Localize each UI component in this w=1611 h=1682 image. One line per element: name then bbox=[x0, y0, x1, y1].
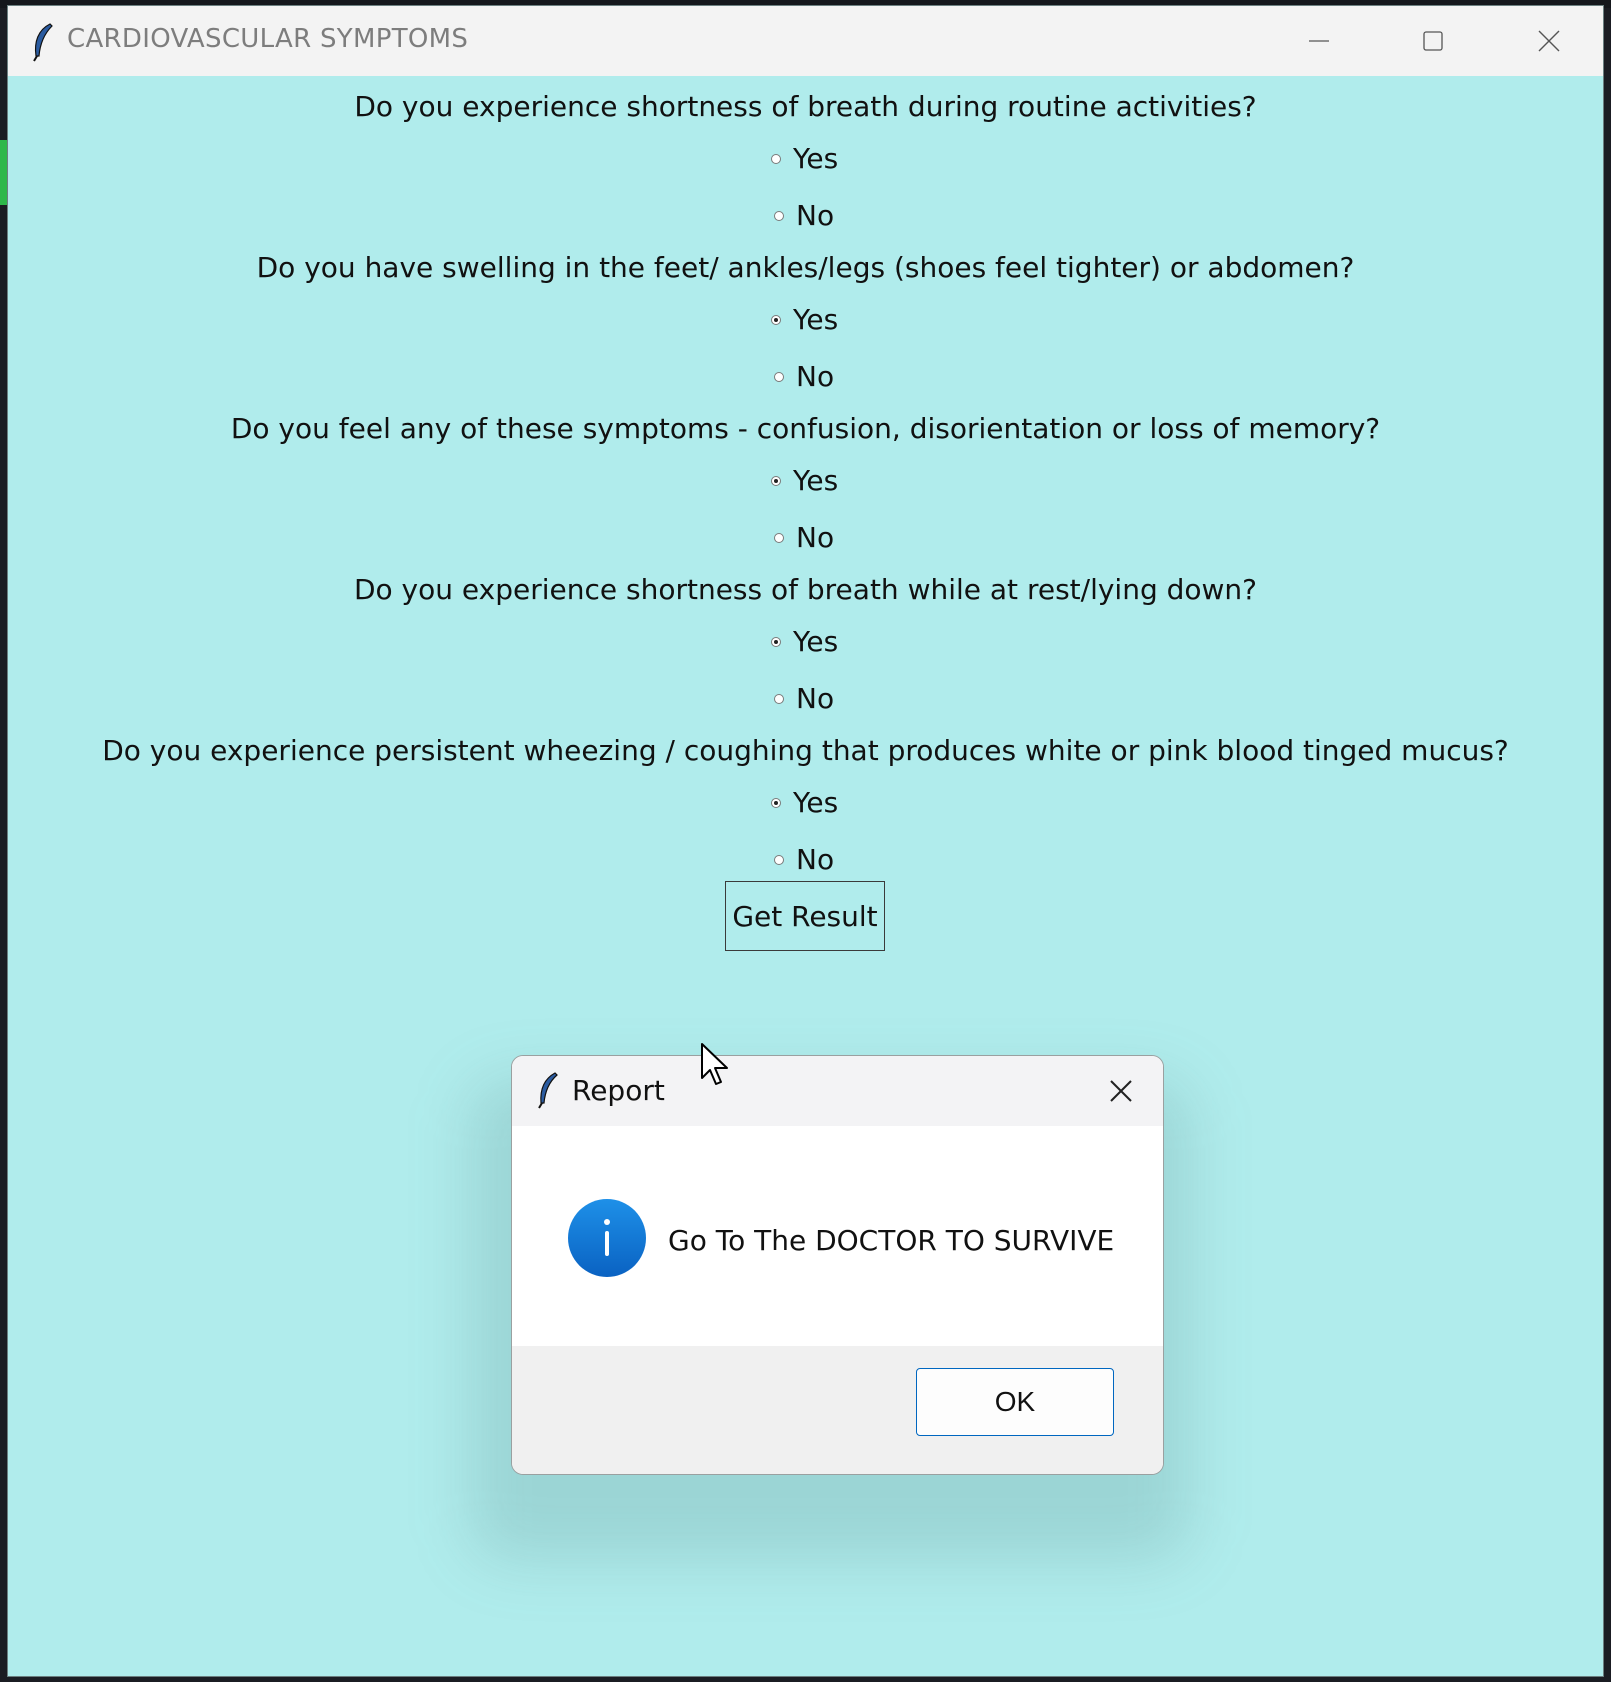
q5-yes-label: Yes bbox=[793, 786, 839, 819]
feather-icon bbox=[33, 23, 53, 62]
q4-yes-label: Yes bbox=[793, 625, 839, 658]
feather-icon bbox=[538, 1072, 558, 1109]
dialog-footer: OK bbox=[512, 1346, 1163, 1474]
dialog-title: Report bbox=[572, 1074, 665, 1107]
q2-yes-label: Yes bbox=[793, 303, 839, 336]
close-icon[interactable] bbox=[1106, 1076, 1136, 1106]
q3-no-label: No bbox=[796, 521, 835, 554]
question-3: Do you feel any of these symptoms - conf… bbox=[230, 412, 1381, 445]
q3-yes-label: Yes bbox=[793, 464, 839, 497]
q4-no-label: No bbox=[796, 682, 835, 715]
q1-no-option[interactable]: No bbox=[774, 199, 834, 232]
info-icon bbox=[568, 1199, 646, 1277]
q5-yes-option[interactable]: Yes bbox=[771, 786, 838, 819]
dialog-message: Go To The DOCTOR TO SURVIVE bbox=[668, 1224, 1115, 1257]
q1-no-label: No bbox=[796, 199, 835, 232]
get-result-button[interactable]: Get Result bbox=[725, 881, 885, 951]
minimize-button[interactable] bbox=[1296, 18, 1342, 64]
q3-no-radio[interactable] bbox=[774, 532, 784, 543]
q5-no-label: No bbox=[796, 843, 835, 876]
q2-no-option[interactable]: No bbox=[774, 360, 834, 393]
q2-no-radio[interactable] bbox=[774, 371, 784, 382]
q3-yes-radio[interactable] bbox=[771, 475, 781, 486]
ok-button[interactable]: OK bbox=[916, 1368, 1114, 1436]
dialog-title-bar[interactable]: Report bbox=[512, 1056, 1163, 1126]
q2-yes-option[interactable]: Yes bbox=[771, 303, 838, 336]
minimize-icon bbox=[1309, 40, 1329, 42]
close-button[interactable] bbox=[1526, 18, 1572, 64]
maximize-icon bbox=[1423, 31, 1443, 51]
q3-no-option[interactable]: No bbox=[774, 521, 834, 554]
q4-no-radio[interactable] bbox=[774, 693, 784, 704]
q1-yes-radio[interactable] bbox=[771, 153, 781, 164]
title-bar[interactable]: CARDIOVASCULAR SYMPTOMS bbox=[8, 6, 1603, 76]
q5-yes-radio[interactable] bbox=[771, 797, 781, 808]
close-icon bbox=[1538, 30, 1560, 52]
maximize-button[interactable] bbox=[1410, 18, 1456, 64]
q2-no-label: No bbox=[796, 360, 835, 393]
question-4: Do you experience shortness of breath wh… bbox=[353, 573, 1258, 606]
q4-no-option[interactable]: No bbox=[774, 682, 834, 715]
q5-no-option[interactable]: No bbox=[774, 843, 834, 876]
question-5: Do you experience persistent wheezing / … bbox=[102, 734, 1509, 767]
question-1: Do you experience shortness of breath du… bbox=[354, 90, 1257, 123]
dialog-body: Go To The DOCTOR TO SURVIVE bbox=[512, 1126, 1163, 1346]
q4-yes-option[interactable]: Yes bbox=[771, 625, 838, 658]
q1-yes-label: Yes bbox=[793, 142, 839, 175]
q2-yes-radio[interactable] bbox=[771, 314, 781, 325]
mouse-cursor-icon bbox=[701, 1043, 728, 1085]
window-title: CARDIOVASCULAR SYMPTOMS bbox=[67, 24, 469, 54]
q1-yes-option[interactable]: Yes bbox=[771, 142, 838, 175]
question-2: Do you have swelling in the feet/ ankles… bbox=[256, 251, 1355, 284]
report-dialog: Report Go To The DOCTOR TO SURVIVE OK bbox=[511, 1055, 1164, 1475]
q1-no-radio[interactable] bbox=[774, 210, 784, 221]
q4-yes-radio[interactable] bbox=[771, 636, 781, 647]
q5-no-radio[interactable] bbox=[774, 854, 784, 865]
q3-yes-option[interactable]: Yes bbox=[771, 464, 838, 497]
